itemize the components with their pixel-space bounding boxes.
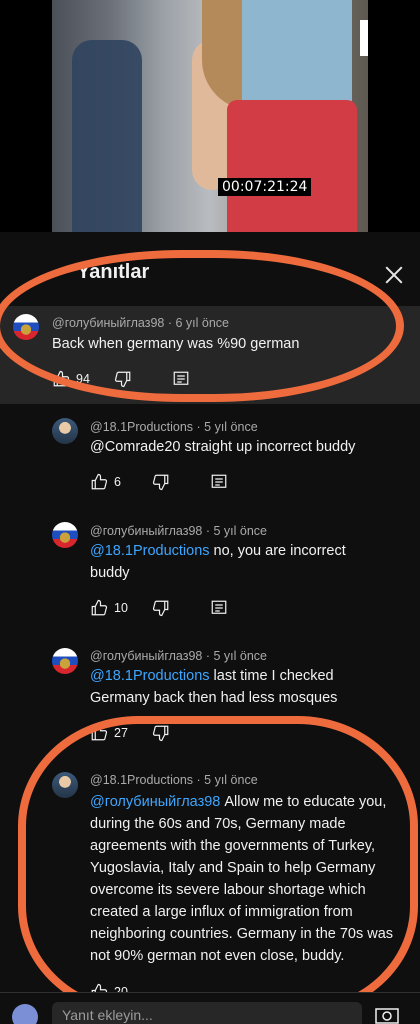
- video-player[interactable]: K 00:07:21:24: [0, 0, 420, 232]
- comment-time: 5 yıl önce: [213, 524, 267, 538]
- comment-text: @Comrade20 straight up incorrect buddy: [90, 439, 356, 455]
- comment-actions: 27: [90, 723, 170, 743]
- reply-icon[interactable]: [210, 473, 228, 491]
- dislike-icon[interactable]: [152, 599, 170, 617]
- comment-parent: @голубиныйглаз98 · 6 yıl önce Back when …: [0, 306, 420, 404]
- comment-text: @голубиныйглаз98 Allow me to educate you…: [90, 794, 394, 964]
- panel-title: Yanıtlar: [77, 261, 150, 283]
- comment-author[interactable]: @18.1Productions: [90, 420, 193, 434]
- comment-author[interactable]: @голубиныйглаз98: [90, 649, 202, 663]
- comment-actions: 94: [52, 369, 190, 389]
- avatar[interactable]: [13, 314, 39, 340]
- comment-author[interactable]: @голубиныйглаз98: [90, 524, 202, 538]
- reply-item: @голубиныйглаз98 · 5 yıl önce @18.1Produ…: [0, 518, 420, 630]
- comment-text: Back when germany was %90 german: [52, 336, 300, 352]
- avatar[interactable]: [52, 772, 78, 798]
- avatar[interactable]: [52, 522, 78, 548]
- comment-meta: @голубиныйглаз98 · 6 yıl önce: [52, 316, 229, 330]
- reply-input[interactable]: [52, 1002, 362, 1024]
- avatar[interactable]: [52, 648, 78, 674]
- comment-text: @18.1Productions no, you are incorrect b…: [90, 543, 346, 581]
- comment-actions: 10: [90, 598, 228, 618]
- comment-time: 5 yıl önce: [204, 773, 258, 787]
- comment-meta: @голубиныйглаз98 · 5 yıl önce: [90, 649, 267, 663]
- mention-link[interactable]: @18.1Productions: [90, 668, 210, 684]
- comment-time: 5 yıl önce: [213, 649, 267, 663]
- like-count: 27: [114, 726, 128, 740]
- like-count: 6: [114, 475, 121, 489]
- mention-link[interactable]: @18.1Productions: [90, 543, 210, 559]
- panel-header: Yanıtlar: [0, 234, 420, 306]
- dislike-icon[interactable]: [152, 473, 170, 491]
- comment-time: 6 yıl önce: [175, 316, 229, 330]
- mention-link[interactable]: @голубиныйглаз98: [90, 794, 220, 810]
- video-scene-person: [72, 40, 142, 232]
- close-icon[interactable]: [380, 262, 408, 290]
- reply-item: @18.1Productions · 5 yıl önce @голубиный…: [0, 768, 420, 1000]
- comment-time: 5 yıl önce: [204, 420, 258, 434]
- like-icon[interactable]: [90, 599, 108, 617]
- avatar: [12, 1004, 38, 1024]
- comment-author[interactable]: @голубиныйглаз98: [52, 316, 164, 330]
- avatar[interactable]: [52, 418, 78, 444]
- reply-icon[interactable]: [210, 599, 228, 617]
- camera-icon[interactable]: [375, 1006, 399, 1024]
- channel-watermark-logo: K: [360, 20, 368, 56]
- like-icon[interactable]: [52, 370, 70, 388]
- video-timecode: 00:07:21:24: [218, 178, 312, 196]
- reply-item: @голубиныйглаз98 · 5 yıl önce @18.1Produ…: [0, 644, 420, 744]
- reply-icon[interactable]: [172, 370, 190, 388]
- dislike-icon[interactable]: [152, 724, 170, 742]
- video-frame: K 00:07:21:24: [52, 0, 368, 232]
- like-icon[interactable]: [90, 724, 108, 742]
- like-count: 10: [114, 601, 128, 615]
- comment-author[interactable]: @18.1Productions: [90, 773, 193, 787]
- comment-meta: @18.1Productions · 5 yıl önce: [90, 773, 258, 787]
- comment-meta: @голубиныйглаз98 · 5 yıl önce: [90, 524, 267, 538]
- like-count: 94: [76, 372, 90, 386]
- reply-item: @18.1Productions · 5 yıl önce @Comrade20…: [0, 414, 420, 510]
- like-icon[interactable]: [90, 473, 108, 491]
- video-scene-pants: [227, 100, 357, 232]
- dislike-icon[interactable]: [114, 370, 132, 388]
- comment-actions: 6: [90, 472, 228, 492]
- comment-meta: @18.1Productions · 5 yıl önce: [90, 420, 258, 434]
- comment-text: @18.1Productions last time I checked Ger…: [90, 668, 338, 706]
